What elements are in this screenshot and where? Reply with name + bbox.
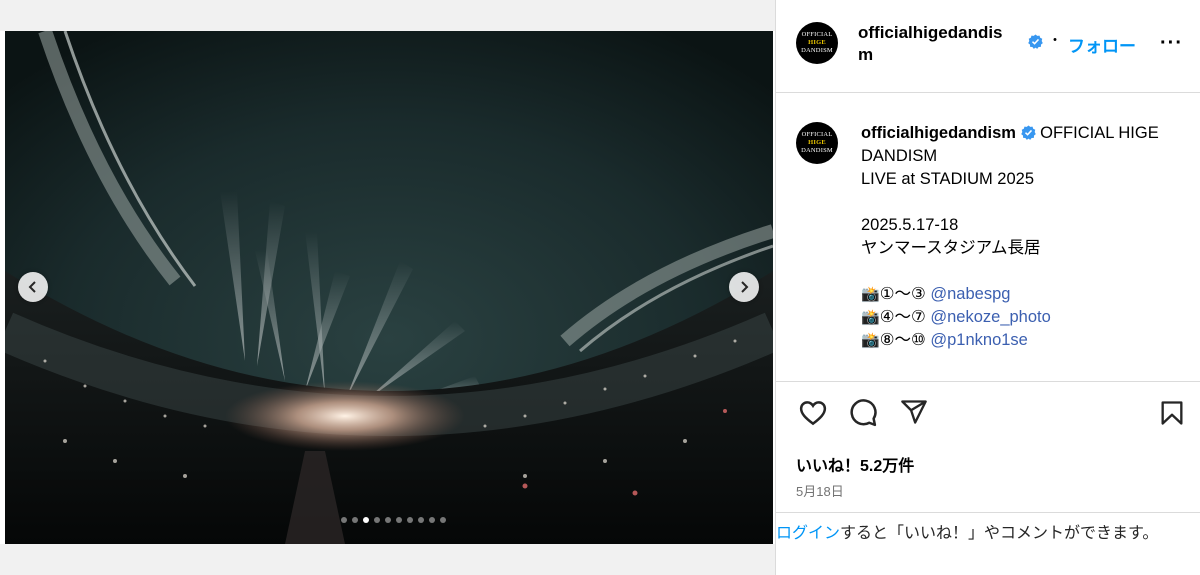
avatar[interactable]: OFFICIAL HIGE DANDISM [796,22,838,64]
next-photo-button[interactable] [729,272,759,302]
avatar-text-bottom: DANDISM [801,47,833,54]
camera-icon: 📸 [861,332,880,349]
avatar-text-bottom: DANDISM [801,147,833,154]
comment-button[interactable] [848,398,878,433]
caption-line: LIVE at STADIUM 2025 [861,170,1035,188]
comment-icon [850,399,877,427]
caption-line: DANDISM [861,147,938,165]
login-prompt: ログインすると「いいね！」やコメントができます。 [776,522,1181,546]
credit-range: ④〜⑦ [879,308,931,326]
header-divider [776,92,1200,93]
bottom-band [0,544,775,575]
bookmark-icon [1161,401,1183,425]
carousel-dot[interactable] [429,517,435,523]
more-options-button[interactable]: ··· [1160,32,1183,55]
carousel-dot[interactable] [407,517,413,523]
footer-divider [776,512,1200,513]
carousel-dot[interactable] [418,517,424,523]
caption-body: officialhigedandism OFFICIAL HIGE DANDIS… [861,122,1186,352]
carousel-dots [0,517,775,523]
credit-line: 📸①〜③ @nabespg [861,283,1186,306]
caption-line: ヤンマースタジアム長居 [861,239,1041,257]
carousel-dot[interactable] [385,517,391,523]
header-username[interactable]: officialhigedandism [858,22,1016,66]
carousel-dot[interactable] [363,517,369,523]
camera-icon: 📸 [861,286,880,303]
mention-link[interactable]: @p1nkno1se [930,331,1028,349]
carousel-dot[interactable] [352,517,358,523]
verified-badge-icon [1020,125,1036,140]
carousel-dot[interactable] [440,517,446,523]
mention-link[interactable]: @nekoze_photo [930,308,1050,326]
avatar-text-mid: HIGE [808,139,826,146]
send-icon [901,400,927,424]
avatar-text-top: OFFICIAL [801,131,833,138]
caption-line: 2025.5.17-18 [861,216,959,234]
caption-line [861,260,1186,283]
credit-range: ①〜③ [879,285,931,303]
post-sidebar: OFFICIAL HIGE DANDISM officialhigedandis… [775,0,1200,575]
post-photo[interactable] [5,31,773,544]
like-count[interactable]: いいね！5.2万件 [796,452,914,476]
credit-line: 📸⑧〜⑩ @p1nkno1se [861,329,1186,352]
chevron-left-icon [28,281,36,293]
save-button[interactable] [1158,398,1186,433]
caption-line [861,191,1186,214]
chevron-right-icon [741,281,749,293]
post-header: OFFICIAL HIGE DANDISM officialhigedandis… [796,20,1186,70]
avatar-text-mid: HIGE [808,39,826,46]
action-bar [796,398,1186,432]
caption-title: OFFICIAL HIGE [1040,124,1159,142]
credit-line: 📸④〜⑦ @nekoze_photo [861,306,1186,329]
previous-photo-button[interactable] [18,272,48,302]
avatar-text-top: OFFICIAL [801,31,833,38]
camera-icon: 📸 [861,309,880,326]
header-separator: ・ [1048,32,1062,48]
share-button[interactable] [900,398,928,431]
follow-button[interactable]: フォロー [1068,32,1136,57]
caption-username[interactable]: officialhigedandism [861,124,1016,142]
credit-range: ⑧〜⑩ [879,331,931,349]
like-button[interactable] [798,398,828,433]
caption: OFFICIAL HIGE DANDISM officialhigedandis… [796,120,1191,382]
post-page: OFFICIAL HIGE DANDISM officialhigedandis… [0,0,1200,575]
heart-icon [799,401,827,426]
carousel-dot[interactable] [341,517,347,523]
mention-link[interactable]: @nabespg [930,285,1010,303]
login-prompt-text: すると「いいね！」やコメントができます。 [840,525,1159,542]
login-link[interactable]: ログイン [776,525,840,542]
carousel-dot[interactable] [374,517,380,523]
concert-stadium-photo [5,31,773,544]
carousel-dot[interactable] [396,517,402,523]
caption-divider [776,381,1200,382]
post-date[interactable]: 5月18日 [796,481,844,500]
verified-badge-icon [1028,34,1043,52]
caption-avatar[interactable]: OFFICIAL HIGE DANDISM [796,122,838,164]
top-band [0,0,775,31]
